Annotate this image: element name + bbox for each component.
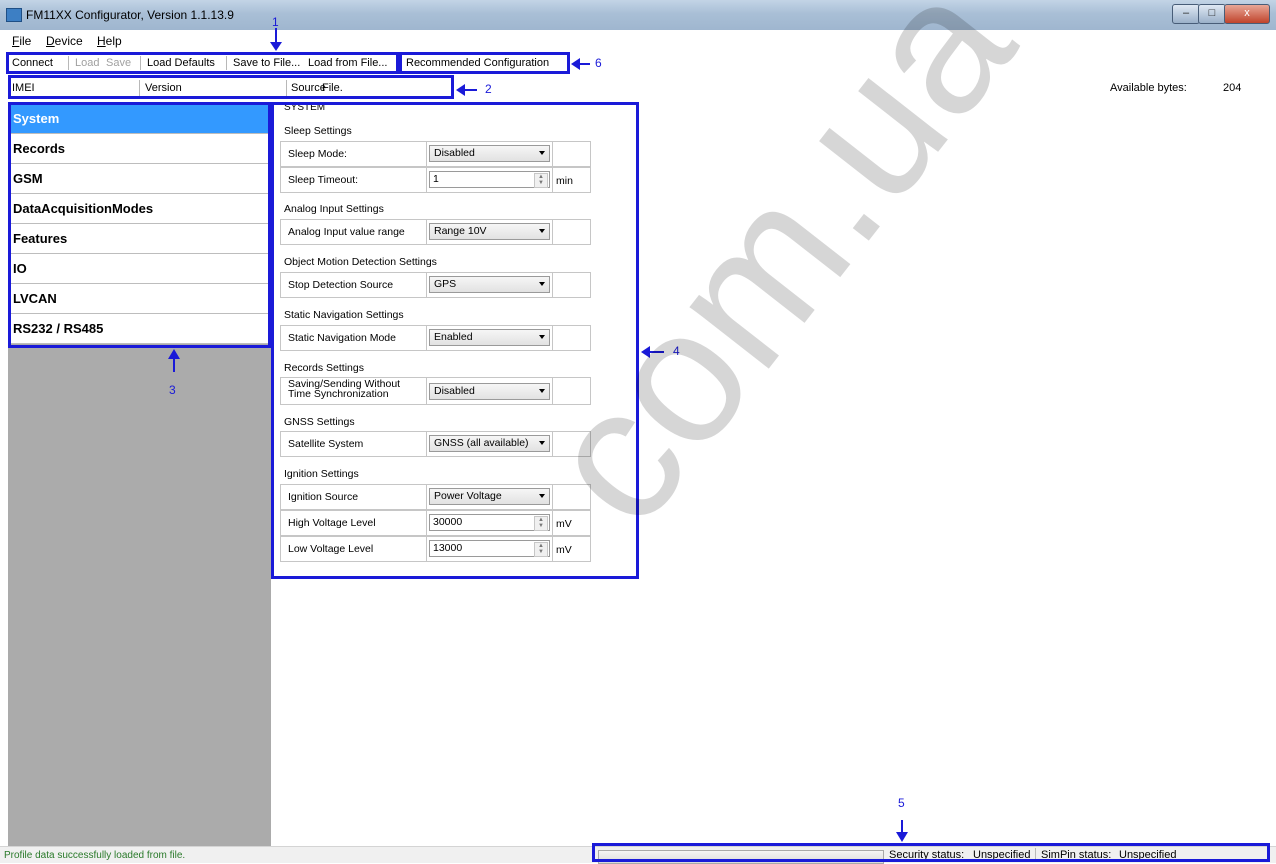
available-bytes-value: 204 xyxy=(1223,82,1242,94)
menu-file[interactable]: File xyxy=(12,34,31,48)
annotation-number-2: 2 xyxy=(485,82,492,96)
minimize-button[interactable]: – xyxy=(1172,4,1200,24)
annotation-number-5: 5 xyxy=(898,796,905,810)
close-button[interactable]: x xyxy=(1224,4,1270,24)
status-message: Profile data successfully loaded from fi… xyxy=(4,850,186,861)
maximize-button[interactable]: □ xyxy=(1198,4,1226,24)
menu-help[interactable]: Help xyxy=(97,34,122,48)
annotation-arrow-3 xyxy=(173,358,175,372)
annotation-box-3 xyxy=(8,102,271,348)
annotation-number-3: 3 xyxy=(169,383,176,397)
annotation-box-1 xyxy=(6,52,399,74)
annotation-box-2 xyxy=(8,75,454,99)
annotation-number-1: 1 xyxy=(272,15,279,29)
available-bytes-label: Available bytes: xyxy=(1110,82,1187,94)
arrow-head-icon xyxy=(456,84,465,96)
arrow-head-icon xyxy=(168,349,180,359)
annotation-number-6: 6 xyxy=(595,56,602,70)
annotation-arrow-2 xyxy=(463,89,477,91)
annotation-box-6 xyxy=(399,52,570,74)
menu-bar xyxy=(0,30,1276,50)
arrow-head-icon xyxy=(896,832,908,842)
app-icon xyxy=(6,8,22,22)
annotation-box-5 xyxy=(592,843,1270,862)
arrow-head-icon xyxy=(571,58,580,70)
menu-device[interactable]: Device xyxy=(46,34,83,48)
arrow-head-icon xyxy=(270,42,282,51)
window-title: FM11XX Configurator, Version 1.1.13.9 xyxy=(26,8,234,22)
